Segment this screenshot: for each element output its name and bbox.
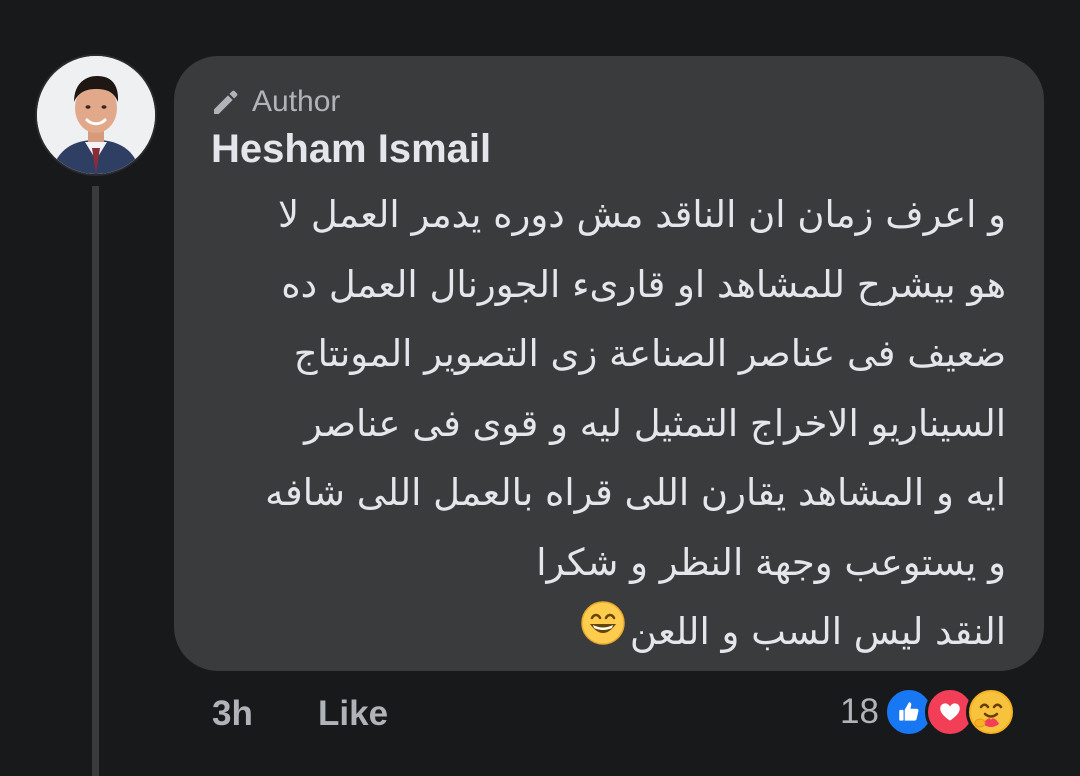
comment-timestamp[interactable]: 3h — [212, 694, 253, 734]
reaction-count[interactable]: 18 — [840, 692, 879, 732]
commenter-name[interactable]: Hesham Ismail — [211, 126, 491, 172]
comment-line-4: السيناريو الاخراج التمثيل ليه و قوى فى ع… — [304, 401, 1006, 445]
avatar[interactable] — [37, 56, 155, 174]
comment-bubble: Author Hesham Ismail و اعرف زمان ان النا… — [174, 56, 1044, 671]
comment-line-6: و يستوعب وجهة النظر و شكرا — [536, 540, 1006, 584]
comment-line-2: هو بيشرح للمشاهد او قارىء الجورنال العمل… — [281, 262, 1006, 306]
pencil-icon — [214, 90, 238, 114]
comment-line-7: النقد ليس السب و اللعن — [629, 610, 1006, 653]
author-badge: Author — [210, 84, 340, 120]
comment-line-7-wrapper: النقد ليس السب و اللعن — [206, 597, 1006, 668]
comment-text: و اعرف زمان ان الناقد مش دوره يدمر العمل… — [206, 180, 1006, 668]
thread-line — [92, 186, 99, 776]
like-button[interactable]: Like — [318, 694, 388, 734]
grinning-face-icon — [580, 599, 626, 669]
profile-photo — [37, 56, 155, 174]
care-reaction-icon — [965, 687, 1016, 737]
author-badge-label: Author — [252, 85, 341, 118]
comment-line-3: ضعيف فى عناصر الصناعة زى التصوير المونتا… — [293, 332, 1006, 375]
reaction-summary[interactable]: 18 — [840, 685, 1016, 739]
comment-line-1: و اعرف زمان ان الناقد مش دوره يدمر العمل… — [278, 193, 1006, 236]
comment-line-5: ايه و المشاهد يقارن اللى قراه بالعمل الل… — [265, 471, 1006, 514]
